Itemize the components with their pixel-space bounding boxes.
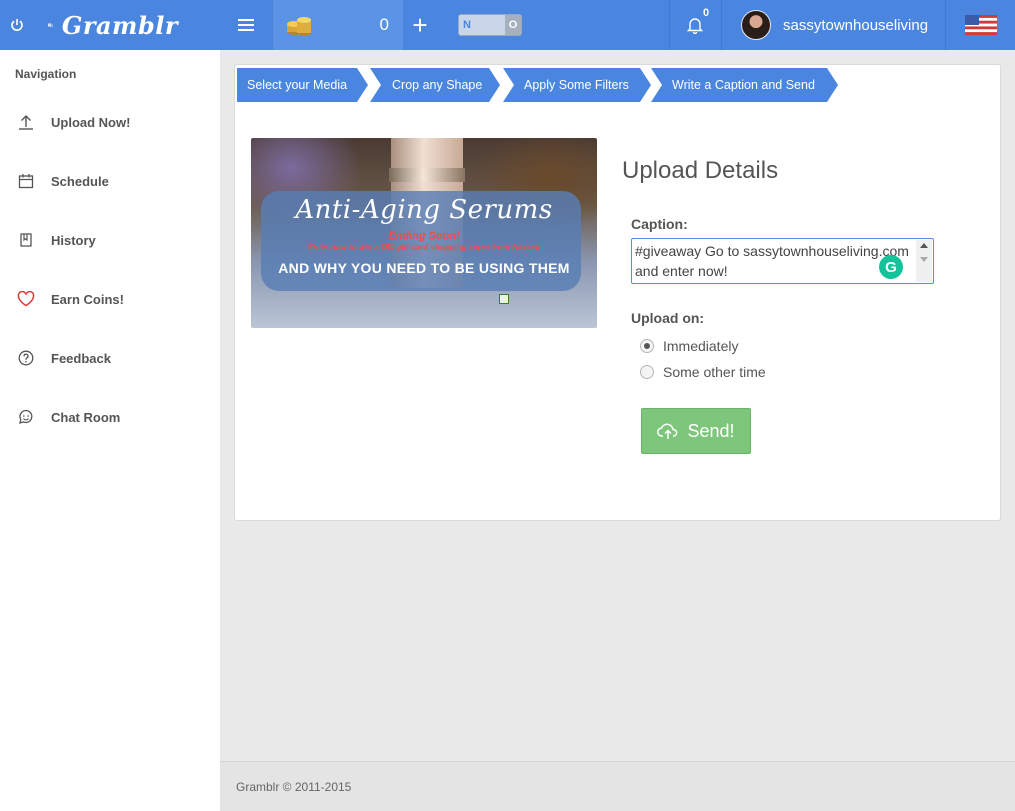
sidebar-item-label: Feedback [51, 350, 111, 366]
sidebar: Navigation Upload Now! Schedule History … [0, 50, 220, 811]
page-title: Upload Details [622, 157, 779, 184]
add-coins-button[interactable]: + [405, 0, 435, 50]
caption-label: Caption: [631, 216, 688, 232]
caption-scrollbar[interactable] [916, 240, 932, 282]
preview-subtitle-detail: Enter now to win a $50 gift card shoppin… [307, 243, 541, 252]
serum-bottle-ring [389, 168, 465, 182]
language-button[interactable] [946, 0, 1015, 50]
top-bar: Gramblr 0 + N O 0 sassytownhouseliving [0, 0, 1015, 50]
sidebar-item-earn-coins[interactable]: Earn Coins! [0, 279, 220, 319]
sidebar-item-history[interactable]: History [0, 220, 220, 260]
notification-badge: 0 [703, 7, 710, 19]
radio-label: Some other time [663, 364, 766, 380]
step-select-media[interactable]: Select your Media [237, 68, 368, 102]
toggle-track: N O [458, 14, 522, 36]
sidebar-item-label: Chat Room [51, 409, 121, 425]
plus-icon: + [412, 9, 428, 40]
step-caption-send[interactable]: Write a Caption and Send [651, 68, 838, 102]
sidebar-item-label: Earn Coins! [51, 291, 124, 307]
radio-button-unchecked[interactable] [640, 365, 654, 379]
brand-name: Gramblr [61, 10, 178, 40]
radio-label: Immediately [663, 338, 739, 354]
sidebar-item-schedule[interactable]: Schedule [0, 161, 220, 201]
scroll-down-icon[interactable] [920, 257, 928, 262]
sidebar-item-label: Upload Now! [51, 114, 131, 130]
radio-button-checked[interactable] [640, 339, 654, 353]
menu-button[interactable] [232, 0, 260, 50]
heart-icon [16, 289, 36, 309]
grammarly-icon[interactable]: G [879, 255, 903, 279]
sidebar-item-label: Schedule [51, 173, 109, 189]
coins-icon [287, 17, 311, 36]
hamburger-icon [238, 19, 254, 31]
sidebar-item-chat-room[interactable]: Chat Room [0, 397, 220, 437]
coin-count: 0 [379, 15, 389, 34]
radio-immediately[interactable]: Immediately [640, 338, 738, 354]
notifications-button[interactable]: 0 [670, 0, 720, 50]
bell-icon [687, 17, 703, 34]
power-icon [11, 19, 23, 31]
book-icon [16, 230, 36, 250]
preview-title: Anti-Aging Serums [295, 195, 553, 225]
copyright-text: Gramblr © 2011-2015 [236, 780, 352, 794]
avatar [741, 10, 771, 40]
sidebar-item-upload-now[interactable]: Upload Now! [0, 102, 220, 142]
upload-on-label: Upload on: [631, 310, 705, 326]
question-icon [16, 348, 36, 368]
footer: Gramblr © 2011-2015 [220, 761, 1015, 811]
preview-subtitle: Ending Soon! [388, 230, 460, 242]
media-preview: Anti-Aging Serums Ending Soon! Enter now… [251, 138, 597, 328]
cloud-upload-icon [657, 423, 678, 439]
sidebar-item-label: History [51, 232, 96, 248]
sidebar-item-feedback[interactable]: Feedback [0, 338, 220, 378]
caption-text: #giveaway Go to sassytownhouseliving.com… [635, 243, 909, 279]
radio-other-time[interactable]: Some other time [640, 364, 766, 380]
power-button[interactable] [0, 0, 34, 50]
user-menu[interactable]: sassytownhouseliving [722, 0, 944, 50]
preview-tagline: AND WHY YOU NEED TO BE USING THEM [278, 260, 570, 276]
us-flag-icon [964, 15, 997, 35]
send-label: Send! [687, 420, 735, 441]
app-logo[interactable]: Gramblr [48, 0, 178, 50]
send-button[interactable]: Send! [641, 408, 751, 454]
coins-display[interactable]: 0 [273, 0, 403, 50]
username: sassytownhouseliving [783, 16, 929, 34]
scroll-up-icon[interactable] [920, 243, 928, 248]
upload-panel: Select your Media Crop any Shape Apply S… [234, 64, 1001, 521]
toggle-right-label: O [505, 15, 521, 35]
step-apply-filters[interactable]: Apply Some Filters [503, 68, 651, 102]
step-crop-shape[interactable]: Crop any Shape [370, 68, 500, 102]
instagram-upload-icon [48, 23, 54, 27]
crop-handle[interactable] [499, 294, 509, 304]
upload-icon [16, 112, 36, 132]
toggle-left-label: N [463, 19, 471, 31]
chat-icon [16, 407, 36, 427]
nav-title: Navigation [15, 67, 77, 81]
calendar-icon [16, 171, 36, 191]
mode-toggle[interactable]: N O [458, 0, 522, 50]
